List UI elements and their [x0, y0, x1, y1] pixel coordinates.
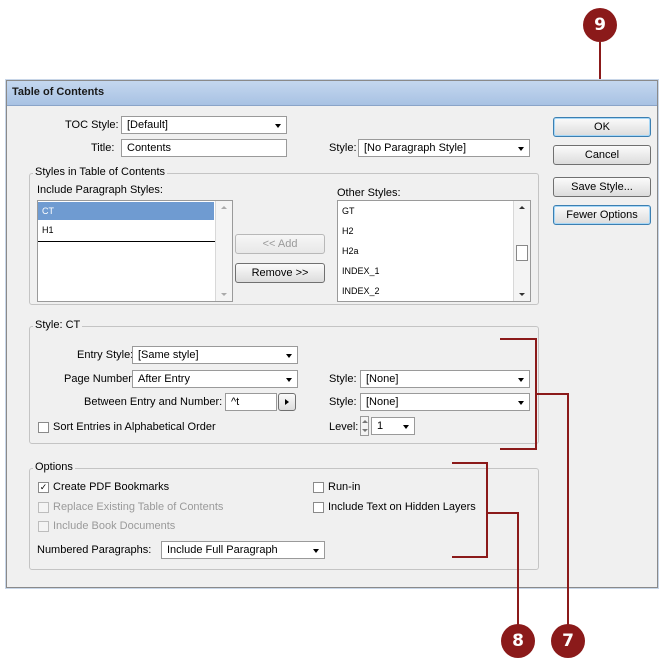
chevron-down-icon: [403, 425, 409, 429]
list-item[interactable]: GT: [338, 202, 514, 220]
callout-8-line: [517, 512, 519, 625]
list-item[interactable]: H2: [338, 222, 514, 240]
list-item[interactable]: H2a: [338, 242, 514, 260]
sort-entries-checkbox[interactable]: [38, 422, 49, 433]
level-value: 1: [377, 420, 384, 432]
entry-style-value: [Same style]: [138, 349, 199, 361]
chevron-down-icon: [518, 147, 524, 151]
run-in-label: Run-in: [328, 481, 361, 493]
stepper-down-icon[interactable]: [362, 429, 368, 432]
callout-7-bracket: [500, 338, 537, 450]
chevron-down-icon: [313, 549, 319, 553]
callout-7: 7: [551, 624, 585, 658]
callout-8: 8: [501, 624, 535, 658]
include-book-label: Include Book Documents: [53, 520, 176, 532]
chevron-down-icon: [286, 378, 292, 382]
scroll-thumb[interactable]: [516, 245, 528, 261]
toc-style-value: [Default]: [127, 119, 168, 131]
callout-7-connector: [537, 393, 569, 395]
chevron-right-icon: [285, 399, 289, 405]
list-divider: [38, 241, 217, 242]
title-label: Title:: [91, 142, 115, 154]
style-dropdown[interactable]: [No Paragraph Style]: [358, 139, 530, 157]
toc-style-label: TOC Style:: [65, 119, 119, 131]
scroll-down-icon[interactable]: [519, 293, 525, 296]
numbered-paragraphs-value: Include Full Paragraph: [167, 544, 278, 556]
title-bar: Table of Contents: [7, 81, 657, 106]
level-label: Level:: [329, 421, 359, 433]
callout-8-bracket: [452, 462, 488, 558]
include-hidden-checkbox[interactable]: [313, 502, 324, 513]
page-number-label: Page Number:: [64, 373, 135, 385]
list-item[interactable]: H1: [38, 221, 214, 239]
replace-existing-label: Replace Existing Table of Contents: [53, 501, 224, 513]
scroll-down-icon[interactable]: [221, 293, 227, 296]
between-input[interactable]: ^t: [225, 393, 277, 411]
level-dropdown[interactable]: 1: [371, 417, 415, 435]
chevron-down-icon: [275, 124, 281, 128]
include-book-checkbox[interactable]: [38, 521, 49, 532]
between-style-value: [None]: [366, 396, 399, 408]
entry-style-dropdown[interactable]: [Same style]: [132, 346, 298, 364]
include-styles-label: Include Paragraph Styles:: [37, 184, 163, 196]
title-input[interactable]: Contents: [121, 139, 287, 157]
fewer-options-button[interactable]: Fewer Options: [553, 205, 651, 225]
scroll-up-icon[interactable]: [221, 206, 227, 209]
include-styles-list[interactable]: CT H1: [37, 200, 233, 302]
create-pdf-checkbox[interactable]: ✓: [38, 482, 49, 493]
dialog-title: Table of Contents: [12, 86, 105, 98]
sort-entries-label: Sort Entries in Alphabetical Order: [53, 421, 216, 433]
other-styles-label: Other Styles:: [337, 187, 401, 199]
add-button[interactable]: << Add: [235, 234, 325, 254]
style-label: Style:: [329, 142, 357, 154]
toc-style-dropdown[interactable]: [Default]: [121, 116, 287, 134]
ok-button[interactable]: OK: [553, 117, 651, 137]
callout-8-connector: [488, 512, 519, 514]
stepper-up-icon[interactable]: [362, 420, 368, 423]
remove-button[interactable]: Remove >>: [235, 263, 325, 283]
styles-in-toc-title: Styles in Table of Contents: [33, 166, 168, 178]
scrollbar[interactable]: [215, 201, 232, 301]
chevron-down-icon: [286, 354, 292, 358]
run-in-checkbox[interactable]: [313, 482, 324, 493]
replace-existing-checkbox[interactable]: [38, 502, 49, 513]
numbered-paragraphs-label: Numbered Paragraphs:: [37, 544, 152, 556]
entry-style-label: Entry Style:: [77, 349, 134, 361]
callout-7-line: [567, 393, 569, 625]
other-styles-list[interactable]: GT H2 H2a INDEX_1 INDEX_2: [337, 200, 531, 302]
list-item-selected[interactable]: CT: [38, 202, 214, 220]
list-item[interactable]: INDEX_1: [338, 262, 514, 280]
between-menu-button[interactable]: [278, 393, 296, 411]
page-number-value: After Entry: [138, 373, 190, 385]
cancel-button[interactable]: Cancel: [553, 145, 651, 165]
style-ct-title: Style: CT: [33, 319, 83, 331]
between-label: Between Entry and Number:: [84, 396, 223, 408]
level-stepper[interactable]: [360, 416, 369, 436]
options-title: Options: [33, 461, 75, 473]
create-pdf-label: Create PDF Bookmarks: [53, 481, 170, 493]
numbered-paragraphs-dropdown[interactable]: Include Full Paragraph: [161, 541, 325, 559]
between-style-label: Style:: [329, 396, 357, 408]
style-value: [No Paragraph Style]: [364, 142, 467, 154]
page-style-value: [None]: [366, 373, 399, 385]
save-style-button[interactable]: Save Style...: [553, 177, 651, 197]
scrollbar[interactable]: [513, 201, 530, 301]
toc-dialog: Table of Contents TOC Style: [Default] T…: [6, 80, 658, 588]
list-item[interactable]: INDEX_2: [338, 282, 514, 300]
page-number-dropdown[interactable]: After Entry: [132, 370, 298, 388]
scroll-up-icon[interactable]: [519, 206, 525, 209]
callout-9: 9: [583, 8, 617, 42]
page-style-label: Style:: [329, 373, 357, 385]
